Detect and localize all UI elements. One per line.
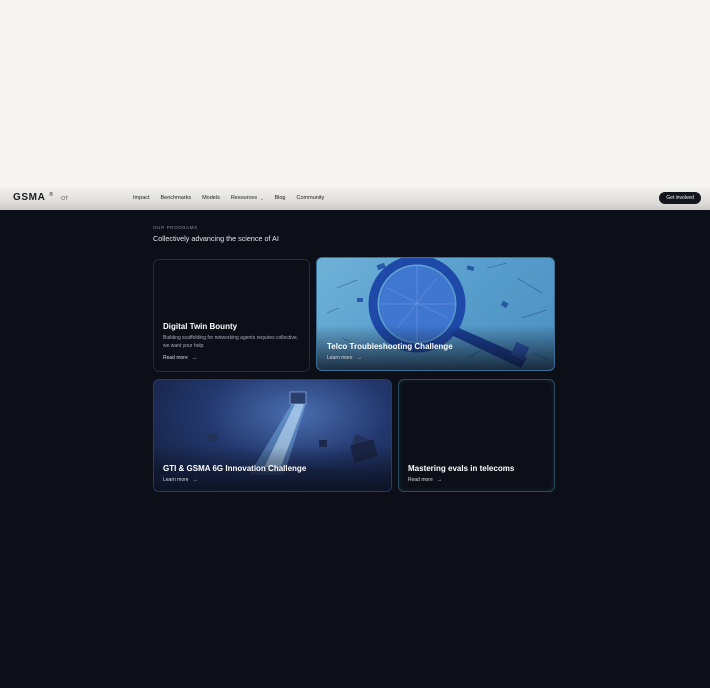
chevron-down-icon: ⌄ <box>260 195 264 201</box>
nav-models[interactable]: Models <box>202 195 220 201</box>
card-description: Building scaffolding for networking agen… <box>163 335 298 349</box>
arrow-right-icon: → <box>436 477 443 483</box>
nav-blog[interactable]: Blog <box>274 195 285 201</box>
read-more-link[interactable]: Read more → <box>163 355 197 361</box>
program-card-mastering-evals[interactable]: Mastering evals in telecoms Read more → <box>398 379 555 492</box>
card-title: Digital Twin Bounty <box>163 322 238 331</box>
arrow-right-icon: → <box>191 355 198 361</box>
section-eyebrow: OUR PROGRAMS <box>153 225 198 230</box>
nav-resources-label: Resources <box>230 195 258 201</box>
learn-more-link[interactable]: Learn more → <box>327 355 362 361</box>
card-title: Telco Troubleshooting Challenge <box>327 342 453 351</box>
top-blank-area <box>0 0 710 190</box>
top-navigation: GSMA ® OT Impact Benchmarks Models Resou… <box>0 188 710 210</box>
nav-resources[interactable]: Resources ⌄ <box>231 195 264 201</box>
learn-more-link[interactable]: Learn more → <box>163 477 198 483</box>
nav-community[interactable]: Community <box>297 195 325 201</box>
link-label: Learn more <box>163 477 189 483</box>
logo-wordmark: GSMA <box>13 192 46 203</box>
program-card-digital-twin-bounty[interactable]: Digital Twin Bounty Building scaffolding… <box>153 259 310 372</box>
get-involved-button[interactable]: Get involved <box>659 192 701 204</box>
card-title: GTI & GSMA 6G Innovation Challenge <box>163 464 307 473</box>
nav-benchmarks[interactable]: Benchmarks <box>161 195 192 201</box>
logo-suffix: OT <box>61 196 69 202</box>
arrow-right-icon: → <box>192 477 199 483</box>
card-title: Mastering evals in telecoms <box>408 464 515 473</box>
nav-impact[interactable]: Impact <box>133 195 150 201</box>
gsma-logo[interactable]: GSMA ® OT <box>13 192 68 203</box>
link-label: Read more <box>163 355 188 361</box>
logo-registered-mark: ® <box>49 192 54 198</box>
read-more-link[interactable]: Read more → <box>408 477 442 483</box>
section-title: Collectively advancing the science of AI <box>153 234 279 243</box>
program-card-telco-troubleshooting[interactable]: Telco Troubleshooting Challenge Learn mo… <box>316 257 555 371</box>
link-label: Read more <box>408 477 433 483</box>
program-card-6g-innovation[interactable]: GTI & GSMA 6G Innovation Challenge Learn… <box>153 379 392 492</box>
arrow-right-icon: → <box>356 355 363 361</box>
link-label: Learn more <box>327 355 353 361</box>
nav-links: Impact Benchmarks Models Resources ⌄ Blo… <box>133 195 324 201</box>
